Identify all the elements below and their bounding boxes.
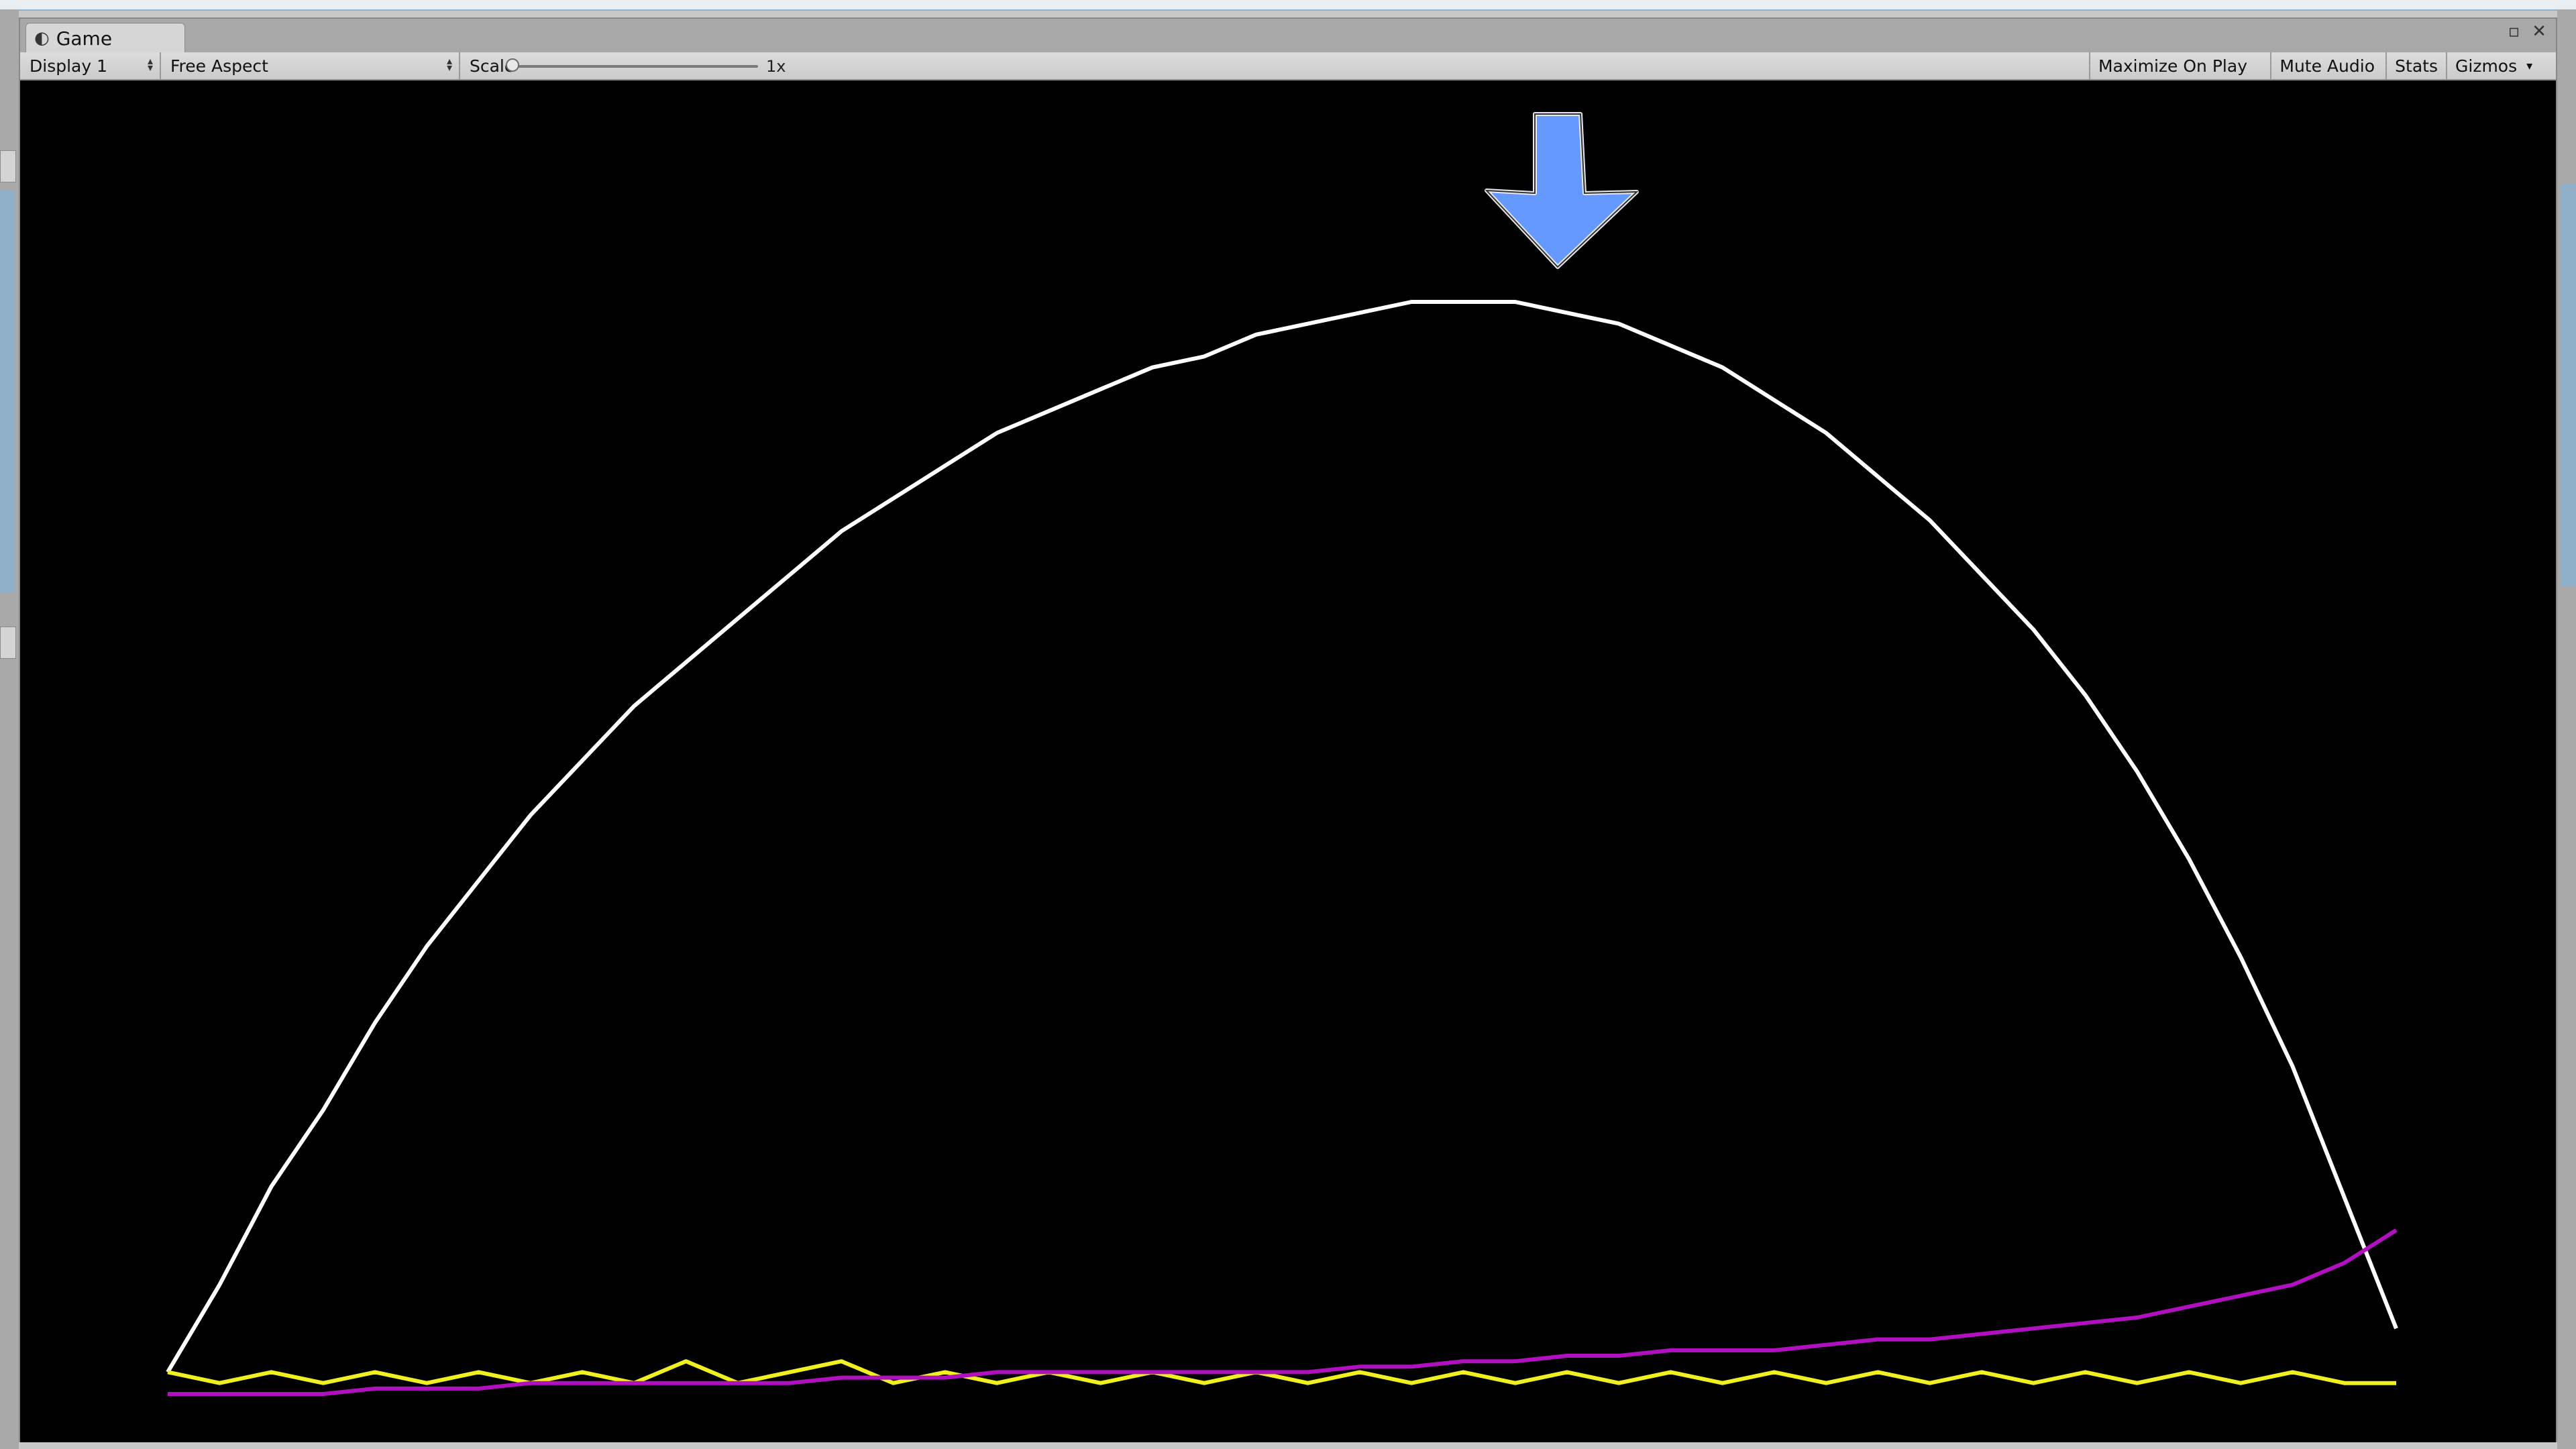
scale-slider-track[interactable] xyxy=(510,65,758,68)
game-controller-icon: ◐ xyxy=(34,28,50,48)
display-value: Display 1 xyxy=(30,56,108,76)
series-line-2 xyxy=(168,1228,2398,1396)
mute-label: Mute Audio xyxy=(2279,56,2375,76)
game-viewport[interactable] xyxy=(20,80,2556,1442)
aspect-value: Free Aspect xyxy=(170,56,268,76)
right-panel-highlight xyxy=(2561,184,2576,586)
scale-value: 1x xyxy=(766,57,786,76)
tab-bar: ◐ Game ▫ ✕ xyxy=(20,19,2556,53)
stats-button[interactable]: Stats xyxy=(2385,52,2446,79)
maximize-on-play-button[interactable]: Maximize On Play xyxy=(2089,52,2255,79)
left-panel-highlight xyxy=(0,191,15,593)
left-editor-panel xyxy=(0,9,19,1449)
maximize-icon[interactable]: ▫ xyxy=(2508,21,2520,42)
status-bar xyxy=(20,1424,624,1440)
dropdown-arrows-icon: ▴ ▾ xyxy=(147,54,153,74)
graph-canvas xyxy=(166,112,2398,1396)
maximize-label: Maximize On Play xyxy=(2098,56,2247,76)
series-line-0 xyxy=(166,300,2398,1373)
game-window: ◐ Game ▫ ✕ Display 1 ▴ ▾ Free Aspect ▴ ▾ S… xyxy=(19,17,2557,1442)
series-layer xyxy=(166,300,2398,1396)
os-title-strip xyxy=(0,0,2576,11)
dropdown-arrow-icon: ▾ xyxy=(2526,58,2533,73)
mute-audio-button[interactable]: Mute Audio xyxy=(2270,52,2383,79)
gizmos-label: Gizmos xyxy=(2455,56,2518,76)
left-panel-tab[interactable] xyxy=(0,627,16,659)
left-panel-tab[interactable] xyxy=(0,150,16,182)
scale-slider-thumb[interactable] xyxy=(506,58,519,72)
tab-label: Game xyxy=(56,27,113,50)
window-controls: ▫ ✕ xyxy=(2508,21,2546,42)
game-toolbar: Display 1 ▴ ▾ Free Aspect ▴ ▾ Scale 1x Max… xyxy=(20,52,2556,80)
display-dropdown[interactable]: Display 1 ▴ ▾ xyxy=(20,52,161,79)
right-editor-panel xyxy=(2557,9,2576,1449)
stats-label: Stats xyxy=(2395,56,2438,76)
close-icon[interactable]: ✕ xyxy=(2532,21,2546,42)
aspect-dropdown[interactable]: Free Aspect ▴ ▾ xyxy=(161,52,460,79)
down-arrow-icon xyxy=(1485,112,1639,269)
gizmos-dropdown[interactable]: Gizmos ▾ xyxy=(2446,52,2556,79)
tab-game[interactable]: ◐ Game xyxy=(25,23,185,53)
dropdown-arrows-icon: ▴ ▾ xyxy=(446,54,452,74)
